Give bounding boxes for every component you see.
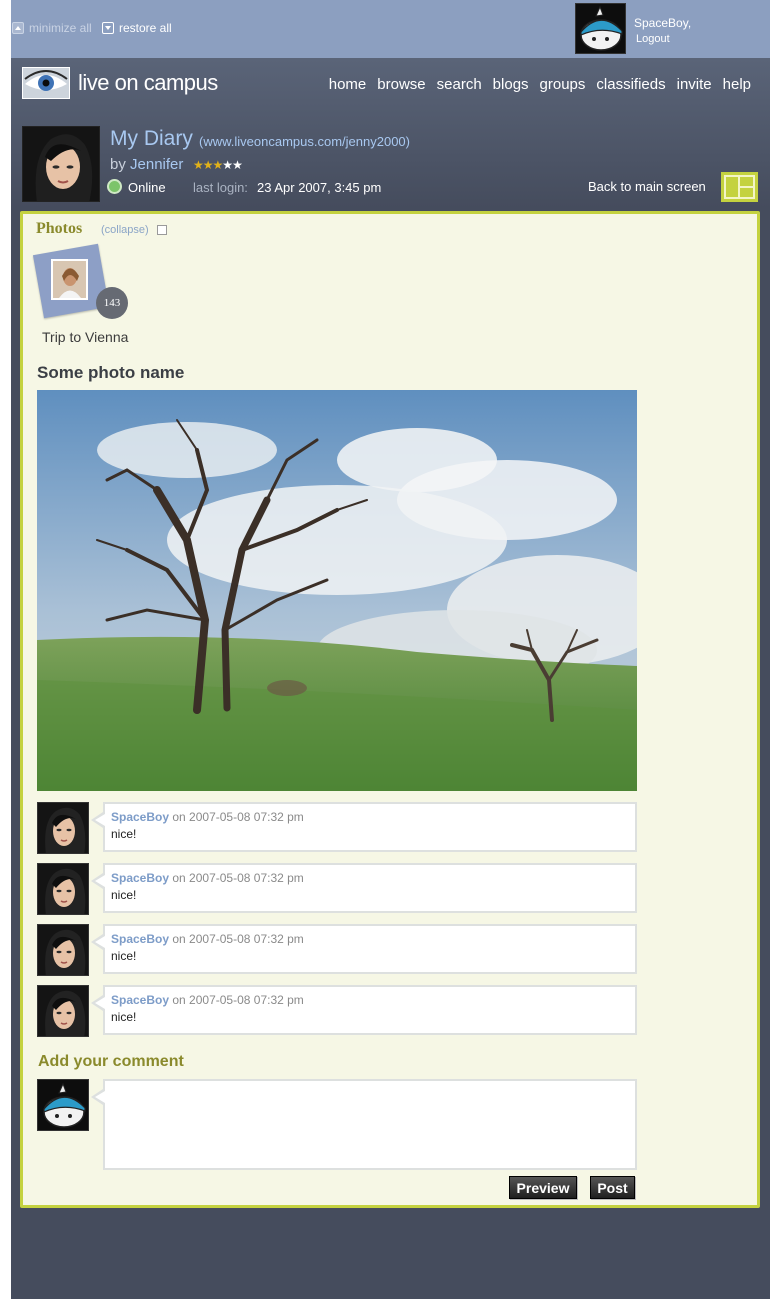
comment-text: nice! xyxy=(111,949,137,963)
comment-item: SpaceBoy on 2007-05-08 07:32 pm nice! xyxy=(37,802,637,854)
comment-author-link[interactable]: SpaceBoy xyxy=(111,871,169,885)
online-status-icon xyxy=(107,179,122,194)
nav-blogs[interactable]: blogs xyxy=(493,76,529,93)
star-filled-icon: ★ xyxy=(212,158,224,172)
diary-title: My Diary xyxy=(110,127,193,150)
main-photo[interactable] xyxy=(37,390,637,791)
comment-bubble: SpaceBoy on 2007-05-08 07:32 pm nice! xyxy=(91,802,637,852)
comment-avatar[interactable] xyxy=(37,863,89,915)
comment-item: SpaceBoy on 2007-05-08 07:32 pm nice! xyxy=(37,924,637,976)
star-empty-icon: ★ xyxy=(232,158,243,172)
comment-bubble: SpaceBoy on 2007-05-08 07:32 pm nice! xyxy=(91,863,637,913)
rating-stars: ★★★★★ xyxy=(193,158,243,172)
site-logo-text[interactable]: live on campus xyxy=(78,70,218,96)
comment-meta: SpaceBoy on 2007-05-08 07:32 pm xyxy=(111,810,304,824)
preview-button[interactable]: Preview xyxy=(509,1176,577,1199)
photo-name: Some photo name xyxy=(37,363,185,382)
comment-input-box xyxy=(91,1079,637,1170)
comment-text: nice! xyxy=(111,888,137,902)
minimize-all-button[interactable]: minimize all xyxy=(12,21,92,35)
comment-author-link[interactable]: SpaceBoy xyxy=(111,993,169,1007)
add-comment-title: Add your comment xyxy=(38,1053,184,1070)
comment-date: on 2007-05-08 07:32 pm xyxy=(172,993,304,1007)
comment-text: nice! xyxy=(111,827,137,841)
user-avatar[interactable] xyxy=(575,3,626,54)
comment-avatar[interactable] xyxy=(37,802,89,854)
comment-item: SpaceBoy on 2007-05-08 07:32 pm nice! xyxy=(37,863,637,915)
comment-bubble: SpaceBoy on 2007-05-08 07:32 pm nice! xyxy=(91,985,637,1035)
back-to-main-link[interactable]: Back to main screen xyxy=(588,179,706,194)
logo-eye-icon[interactable] xyxy=(22,67,70,99)
collapse-link[interactable]: (collapse) xyxy=(101,224,149,236)
author-link[interactable]: Jennifer xyxy=(130,156,183,173)
restore-all-button[interactable]: restore all xyxy=(102,21,172,35)
star-filled-icon: ★ xyxy=(193,158,204,172)
comment-date: on 2007-05-08 07:32 pm xyxy=(172,810,304,824)
last-login-value: 23 Apr 2007, 3:45 pm xyxy=(257,180,382,195)
author-line: by Jennifer xyxy=(110,156,183,173)
by-prefix: by xyxy=(110,156,126,173)
restore-all-label: restore all xyxy=(119,21,172,35)
layout-grid-icon[interactable] xyxy=(721,172,758,202)
nav-search[interactable]: search xyxy=(437,76,482,93)
nav-classifieds[interactable]: classifieds xyxy=(596,76,665,93)
nav-groups[interactable]: groups xyxy=(540,76,586,93)
nav-invite[interactable]: invite xyxy=(677,76,712,93)
nav-browse[interactable]: browse xyxy=(377,76,425,93)
photos-section-title: Photos xyxy=(36,220,83,237)
comment-meta: SpaceBoy on 2007-05-08 07:32 pm xyxy=(111,993,304,1007)
comment-avatar[interactable] xyxy=(37,985,89,1037)
album-thumbnail[interactable]: 143 xyxy=(32,243,128,319)
profile-photo[interactable] xyxy=(22,126,100,202)
logout-link[interactable]: Logout xyxy=(636,33,670,45)
star-filled-icon: ★ xyxy=(202,158,214,172)
last-login-label: last login: xyxy=(193,180,248,195)
post-button[interactable]: Post xyxy=(590,1176,635,1199)
minimize-all-label: minimize all xyxy=(29,21,92,35)
comment-date: on 2007-05-08 07:32 pm xyxy=(172,932,304,946)
main-nav: home browse search blogs groups classifi… xyxy=(329,76,751,93)
restore-icon xyxy=(102,22,114,34)
star-empty-icon: ★ xyxy=(222,158,233,172)
diary-url-link[interactable]: (www.liveoncampus.com/jenny2000) xyxy=(199,134,410,149)
comment-input[interactable] xyxy=(105,1081,635,1168)
comment-meta: SpaceBoy on 2007-05-08 07:32 pm xyxy=(111,871,304,885)
album-photo-count: 143 xyxy=(96,287,128,319)
comment-author-link[interactable]: SpaceBoy xyxy=(111,932,169,946)
comment-author-link[interactable]: SpaceBoy xyxy=(111,810,169,824)
comment-bubble: SpaceBoy on 2007-05-08 07:32 pm nice! xyxy=(91,924,637,974)
current-username: SpaceBoy, xyxy=(634,16,692,30)
collapse-icon[interactable] xyxy=(157,225,167,235)
comment-text: nice! xyxy=(111,1010,137,1024)
album-cover-image xyxy=(51,259,88,300)
comment-item: SpaceBoy on 2007-05-08 07:32 pm nice! xyxy=(37,985,637,1037)
current-user-avatar xyxy=(37,1079,89,1131)
album-name[interactable]: Trip to Vienna xyxy=(42,329,128,345)
nav-help[interactable]: help xyxy=(723,76,751,93)
minimize-icon xyxy=(12,22,24,34)
comment-avatar[interactable] xyxy=(37,924,89,976)
nav-home[interactable]: home xyxy=(329,76,367,93)
online-status: Online xyxy=(128,180,166,195)
comment-meta: SpaceBoy on 2007-05-08 07:32 pm xyxy=(111,932,304,946)
comment-date: on 2007-05-08 07:32 pm xyxy=(172,871,304,885)
